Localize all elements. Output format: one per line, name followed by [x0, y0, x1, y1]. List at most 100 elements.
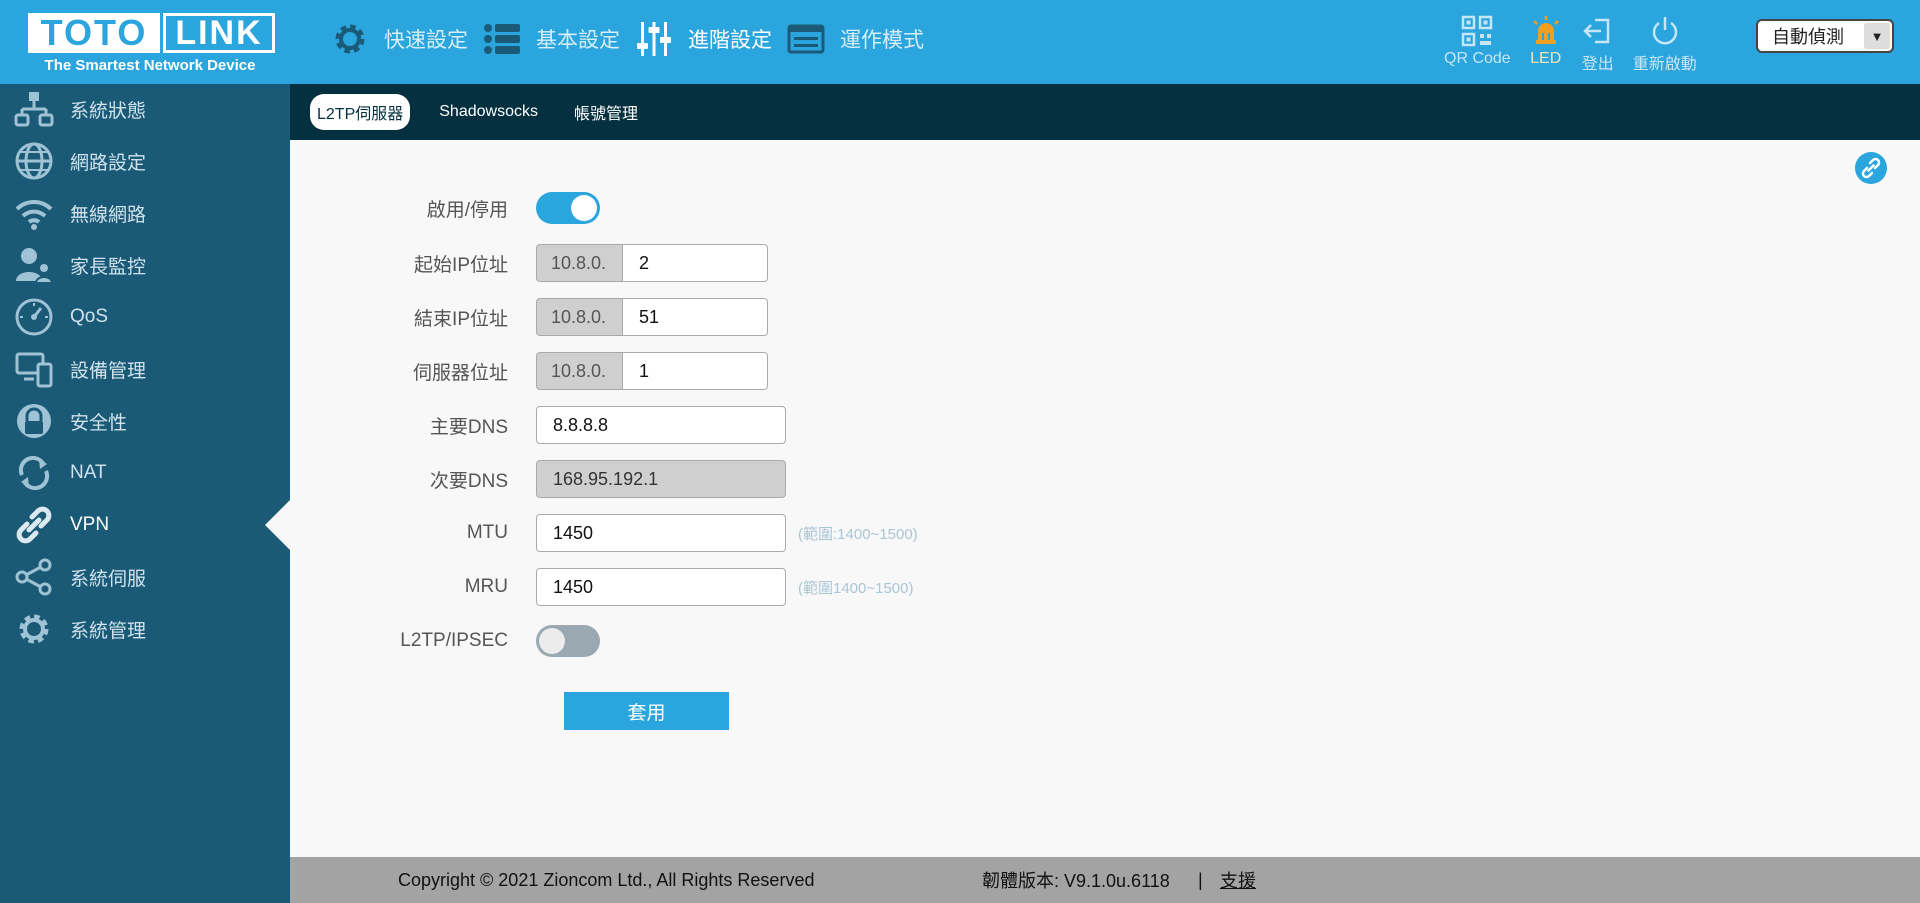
logout-icon — [1582, 18, 1609, 44]
parental-control-icon — [16, 248, 54, 284]
sidebar-item-parental-control[interactable]: 家長監控 — [0, 240, 290, 290]
apply-button[interactable]: 套用 — [564, 692, 729, 730]
top-header: TOTO LINK The Smartest Network Device 快速… — [0, 0, 1920, 84]
sidebar-item-system-status[interactable]: 系統狀態 — [0, 84, 290, 134]
logo-toto-text: TOTO — [28, 13, 160, 53]
tool-label: LED — [1530, 50, 1562, 67]
header-tools: QR Code LED 登出 重新啟動 — [1444, 14, 1715, 74]
start-ip-prefix: 10.8.0. — [536, 244, 622, 282]
help-link-icon[interactable] — [1855, 152, 1887, 184]
start-ip-label: 起始IP位址 — [414, 254, 508, 276]
primary-dns-label: 主要DNS — [429, 416, 508, 438]
server-ip-label: 伺服器位址 — [412, 362, 508, 384]
primary-dns-row: 主要DNS — [290, 406, 786, 444]
server-ip-row: 伺服器位址 10.8.0. — [290, 352, 768, 390]
logo-tagline: The Smartest Network Device — [44, 57, 256, 74]
nav-label: 進階設定 — [688, 29, 772, 52]
tab-account-management[interactable]: 帳號管理 — [567, 94, 645, 130]
sidebar-item-label: 安全性 — [70, 412, 128, 434]
nav-quick-setup[interactable]: 快速設定 — [330, 19, 468, 59]
server-ip-input[interactable] — [622, 352, 768, 390]
sidebar-item-device-management[interactable]: 設備管理 — [0, 344, 290, 394]
qrcode-icon — [1462, 15, 1493, 47]
sidebar-item-system-service[interactable]: 系統伺服 — [0, 552, 290, 602]
start-ip-row: 起始IP位址 10.8.0. — [290, 244, 768, 282]
sidebar-item-system-management[interactable]: 系統管理 — [0, 604, 290, 654]
ipsec-label: L2TP/IPSEC — [400, 630, 508, 651]
nav-advanced-settings[interactable]: 進階設定 — [634, 19, 772, 59]
ipsec-toggle[interactable] — [536, 625, 600, 657]
sidebar-item-wireless[interactable]: 無線網路 — [0, 188, 290, 238]
sidebar-item-label: NAT — [70, 462, 107, 483]
sidebar-item-label: 無線網路 — [70, 204, 147, 226]
nav-operation-mode[interactable]: 運作模式 — [786, 19, 924, 59]
tab-shadowsocks[interactable]: Shadowsocks — [432, 97, 545, 127]
language-select[interactable]: 自動偵測 ▼ — [1756, 19, 1894, 53]
ipsec-row: L2TP/IPSEC — [290, 622, 600, 660]
primary-dns-input[interactable] — [536, 406, 786, 444]
tool-label: QR Code — [1444, 50, 1511, 67]
firmware-version: 韌體版本: V9.1.0u.6118 — [982, 871, 1170, 891]
sidebar-item-qos[interactable]: QoS — [0, 292, 290, 342]
power-icon — [1652, 17, 1677, 45]
end-ip-input[interactable] — [622, 298, 768, 336]
logo-link-text: LINK — [163, 13, 275, 53]
network-status-icon — [14, 92, 54, 127]
globe-icon — [15, 142, 53, 180]
link-icon — [16, 506, 52, 544]
mru-label: MRU — [464, 576, 508, 597]
settings-icon — [19, 614, 49, 644]
mru-range-hint: (範圍1400~1500) — [798, 579, 914, 597]
mtu-range-hint: (範圍:1400~1500) — [798, 525, 918, 543]
sidebar-item-label: 設備管理 — [70, 360, 147, 382]
end-ip-prefix: 10.8.0. — [536, 298, 622, 336]
copyright-text: Copyright © 2021 Zioncom Ltd., All Right… — [398, 869, 815, 890]
enable-row: 啟用/停用 — [290, 189, 600, 227]
mru-input[interactable] — [536, 568, 786, 606]
devices-icon — [15, 352, 53, 388]
toggle-knob — [539, 628, 565, 654]
enable-toggle[interactable] — [536, 192, 600, 224]
router-mode-icon — [787, 24, 825, 54]
nav-label: 運作模式 — [840, 29, 924, 52]
sidebar-item-label: QoS — [70, 306, 109, 327]
secondary-dns-label: 次要DNS — [429, 470, 508, 492]
active-item-pointer — [265, 500, 290, 550]
sidebar-item-label: 系統管理 — [70, 620, 147, 642]
sidebar-item-label: VPN — [70, 514, 110, 535]
mtu-row: MTU (範圍:1400~1500) — [290, 514, 918, 552]
chevron-down-icon: ▼ — [1864, 23, 1890, 49]
sidebar-item-security[interactable]: 安全性 — [0, 396, 290, 446]
tool-label: 登出 — [1581, 56, 1614, 73]
sidebar-item-network-settings[interactable]: 網路設定 — [0, 136, 290, 186]
mtu-input[interactable] — [536, 514, 786, 552]
secondary-dns-input — [536, 460, 786, 498]
language-value: 自動偵測 — [1772, 27, 1844, 47]
sidebar-item-label: 家長監控 — [70, 256, 147, 278]
start-ip-input[interactable] — [622, 244, 768, 282]
qrcode-button[interactable]: QR Code — [1444, 14, 1511, 74]
sidebar-item-label: 系統伺服 — [70, 568, 147, 590]
end-ip-label: 結束IP位址 — [414, 308, 508, 330]
led-icon — [1532, 16, 1559, 44]
top-navigation: 快速設定 基本設定 進階設定 運作模式 — [330, 18, 938, 60]
sidebar-item-label: 系統狀態 — [70, 100, 147, 122]
sidebar-item-vpn[interactable]: VPN — [0, 500, 290, 550]
support-link[interactable]: 支援 — [1220, 867, 1256, 893]
totolink-logo[interactable]: TOTO LINK The Smartest Network Device — [28, 13, 276, 76]
toggle-knob — [571, 195, 597, 221]
sidebar-item-label: 網路設定 — [70, 152, 147, 174]
chain-link-icon — [1861, 157, 1881, 179]
sidebar-item-nat[interactable]: NAT — [0, 448, 290, 498]
tab-l2tp-server[interactable]: L2TP伺服器 — [310, 94, 411, 130]
nav-label: 快速設定 — [384, 29, 468, 52]
wifi-icon — [15, 199, 53, 230]
footer-separator: | — [1198, 869, 1203, 890]
logout-button[interactable]: 登出 — [1581, 14, 1615, 74]
mtu-label: MTU — [466, 522, 508, 543]
led-button[interactable]: LED — [1529, 14, 1563, 74]
gear-icon — [335, 24, 365, 54]
secondary-dns-row: 次要DNS — [290, 460, 786, 498]
nav-basic-settings[interactable]: 基本設定 — [482, 19, 620, 59]
reboot-button[interactable]: 重新啟動 — [1633, 14, 1697, 74]
